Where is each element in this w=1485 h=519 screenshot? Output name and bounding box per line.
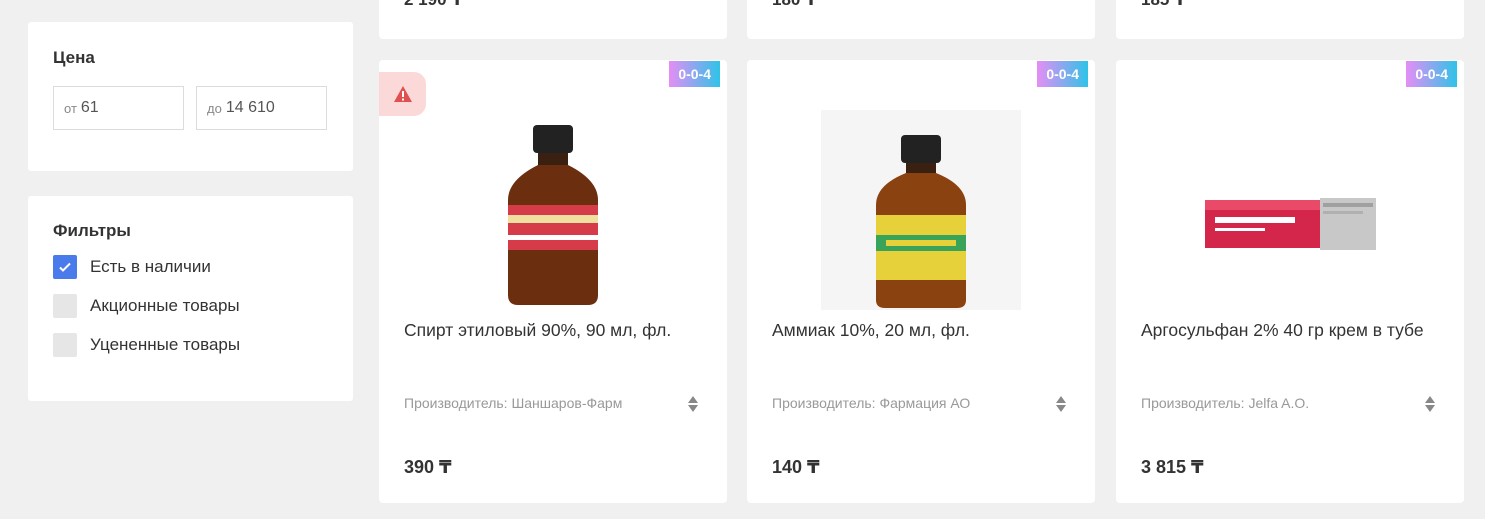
product-badge: 0-0-4 [1037,61,1088,87]
product-price: 3 815 ₸ [1141,457,1204,477]
checkmark-icon [59,262,71,272]
product-card[interactable]: 0-0-4 Аммиак 10%, 20 мл, фл. Производите… [747,60,1095,503]
brown-bottle-icon [876,135,966,308]
filter-promo[interactable]: Акционные товары [53,294,328,318]
checkbox-checked[interactable] [53,255,77,279]
filter-label: Уцененные товары [90,335,241,354]
product-card[interactable]: 0-0-4 Спирт этиловый 90%, 90 мл, фл. Про… [379,60,727,503]
product-maker: Производитель: Jelfa A.O. [1141,395,1310,411]
warning-icon [393,86,412,102]
product-card[interactable]: 185 ₸ [1116,0,1464,39]
brown-bottle-icon [508,125,598,305]
filter-in-stock[interactable]: Есть в наличии [53,255,328,279]
warning-badge [379,72,426,116]
sort-icon[interactable] [1055,395,1067,413]
price-to-value: 14 610 [225,99,275,116]
filter-discounted[interactable]: Уцененные товары [53,333,328,357]
product-price: 140 ₸ [772,457,820,477]
price-from-value: 61 [80,99,99,116]
price-filter-panel: Цена от 61 до 14 610 [28,22,353,171]
product-image[interactable] [1190,110,1390,310]
product-title[interactable]: Аммиак 10%, 20 мл, фл. [772,318,1075,342]
price-from-input[interactable]: от 61 [53,86,184,130]
checkbox-unchecked[interactable] [53,294,77,318]
product-image[interactable] [821,110,1021,310]
product-title[interactable]: Спирт этиловый 90%, 90 мл, фл. [404,318,707,342]
filter-label: Есть в наличии [90,257,211,276]
product-badge: 0-0-4 [1406,61,1457,87]
product-card[interactable]: 2 190 ₸ [379,0,727,39]
filter-label: Акционные товары [90,296,240,315]
sort-icon[interactable] [1424,395,1436,413]
product-card[interactable]: 180 ₸ [747,0,1095,39]
sort-icon[interactable] [687,395,699,413]
product-price: 185 ₸ [1141,0,1186,10]
product-price: 180 ₸ [772,0,817,10]
price-filter-title: Цена [53,48,95,67]
checkbox-unchecked[interactable] [53,333,77,357]
product-maker: Производитель: Фармация АО [772,395,971,411]
product-price: 2 190 ₸ [404,0,463,10]
product-card[interactable]: 0-0-4 Аргосульфан 2% 40 гр крем в тубе П… [1116,60,1464,503]
filters-panel: Фильтры Есть в наличии Акционные товары … [28,196,353,401]
cream-box-icon [1204,198,1376,250]
filters-title: Фильтры [53,221,131,240]
product-maker: Производитель: Шаншаров-Фарм [404,395,623,411]
product-image[interactable] [453,110,653,310]
product-price: 390 ₸ [404,457,452,477]
price-from-prefix: от [64,100,77,116]
price-to-prefix: до [207,100,222,116]
product-badge: 0-0-4 [669,61,720,87]
price-to-input[interactable]: до 14 610 [196,86,327,130]
product-title[interactable]: Аргосульфан 2% 40 гр крем в тубе [1141,318,1444,342]
